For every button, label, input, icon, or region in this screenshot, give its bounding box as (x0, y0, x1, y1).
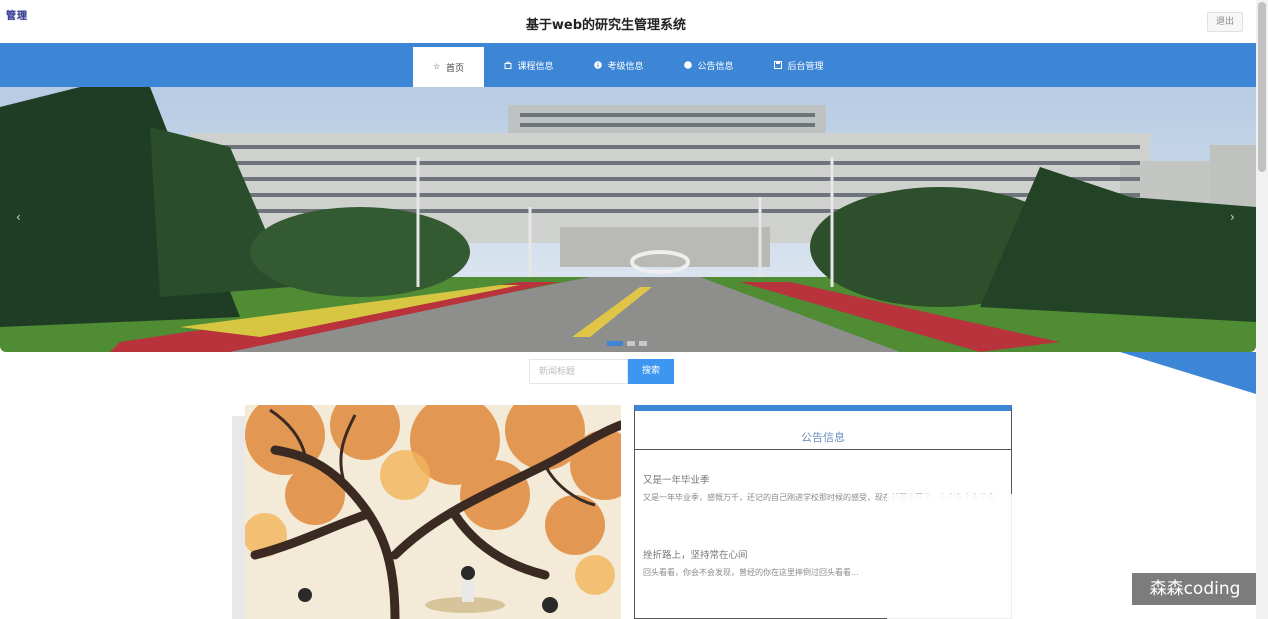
watermark: 森森coding (1132, 573, 1258, 605)
save-icon (774, 61, 783, 69)
carousel-indicators (607, 341, 647, 346)
scrollbar-thumb[interactable] (1258, 2, 1266, 172)
nav-item-label: 公告信息 (697, 61, 734, 72)
logout-button[interactable]: 退出 (1207, 12, 1243, 32)
decorative-triangle (1120, 352, 1256, 394)
nav-item-notices[interactable]: 公告信息 (674, 43, 744, 87)
page-title: 基于web的研究生管理系统 (525, 18, 687, 33)
image-shadow (232, 416, 246, 619)
notice-item-title[interactable]: 又是一年毕业季 (643, 472, 710, 486)
notice-panel-title: 公告信息 (801, 431, 845, 444)
notice-divider (635, 449, 1011, 450)
bag-icon (504, 61, 512, 69)
nav-item-courses[interactable]: 课程信息 (494, 43, 564, 87)
carousel-next-arrow[interactable]: › (1230, 210, 1235, 224)
nav-item-admin[interactable]: 后台管理 (764, 43, 834, 87)
page: 管理 基于web的研究生管理系统 退出 ☆ 首页 课程信息 考级信息 公告信息 (0, 0, 1268, 619)
nav-item-label: 考级信息 (607, 61, 644, 72)
circle-icon (684, 61, 693, 69)
campus-photo (0, 87, 1256, 352)
carousel-dot-3[interactable] (639, 341, 647, 346)
nav-item-home[interactable]: ☆ 首页 (413, 47, 484, 87)
nav-item-label: 首页 (445, 63, 464, 74)
carousel-dot-2[interactable] (627, 341, 635, 346)
carousel-dot-1[interactable] (607, 341, 623, 346)
nav-item-label: 课程信息 (517, 61, 554, 72)
notice-item-title[interactable]: 挫折路上，坚持常在心间 (643, 547, 748, 561)
main-nav: ☆ 首页 课程信息 考级信息 公告信息 后台管理 (0, 43, 1256, 87)
info-icon (594, 61, 603, 69)
search-input[interactable] (529, 359, 628, 384)
nav-item-exams[interactable]: 考级信息 (584, 43, 654, 87)
banner-carousel[interactable] (0, 87, 1256, 352)
star-icon: ☆ (432, 62, 441, 71)
nav-item-label: 后台管理 (787, 61, 824, 72)
search-button[interactable]: 搜索 (628, 359, 674, 384)
autumn-illustration (245, 405, 621, 619)
carousel-prev-arrow[interactable]: ‹ (16, 210, 21, 224)
